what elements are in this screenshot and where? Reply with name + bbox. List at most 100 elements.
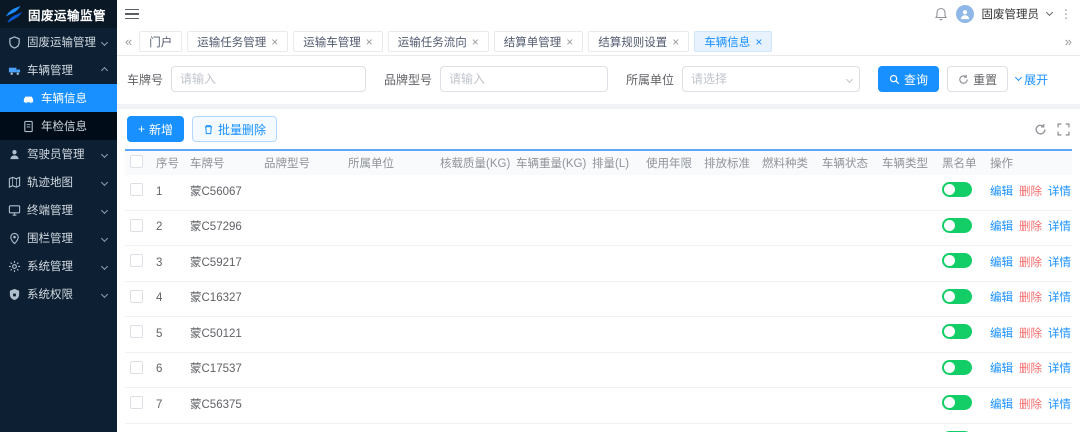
chevron-down-icon <box>100 262 109 270</box>
cell-type <box>877 256 937 270</box>
username-label[interactable]: 固废管理员 <box>982 6 1040 22</box>
edit-link[interactable]: 编辑 <box>990 327 1013 343</box>
shield-icon <box>9 35 20 49</box>
edit-link[interactable]: 编辑 <box>990 398 1013 414</box>
edit-link[interactable]: 编辑 <box>990 256 1013 272</box>
sidebar-item-annual-inspection[interactable]: 年检信息 <box>0 112 117 140</box>
tab[interactable]: 结算单管理 × <box>493 31 584 52</box>
tabs-list: 门户 × 运输任务管理 × 运输车管理 × 运输任务流向 <box>139 31 773 52</box>
brand-filter-label: 品牌型号 <box>384 72 433 87</box>
cell-weight <box>511 256 587 270</box>
blacklist-toggle[interactable] <box>942 359 972 375</box>
tabs-scroll-right-icon[interactable]: » <box>1063 34 1074 49</box>
sidebar-item-terminal-mgmt[interactable]: 终端管理 <box>0 196 117 224</box>
sidebar-item-fence-mgmt[interactable]: 围栏管理 <box>0 224 117 252</box>
tab[interactable]: 运输任务管理 × <box>187 31 289 52</box>
cell-no: 2 <box>156 221 163 234</box>
blacklist-toggle[interactable] <box>942 182 972 197</box>
cell-weight <box>511 185 587 199</box>
blacklist-toggle[interactable] <box>942 288 972 304</box>
user-avatar[interactable] <box>955 5 974 23</box>
col-header-disp: 排量(L) <box>592 158 630 170</box>
batch-delete-button[interactable]: 批量删除 <box>192 116 278 142</box>
chevron-down-icon <box>100 38 109 46</box>
sidebar-item-system-permission[interactable]: 系统权限 <box>0 280 117 308</box>
tab[interactable]: 结算规则设置 × <box>588 31 690 52</box>
cell-unit <box>343 256 435 270</box>
tabs-scroll-left-icon[interactable]: « <box>123 34 134 49</box>
cell-weight <box>511 398 587 412</box>
row-checkbox[interactable] <box>130 289 143 303</box>
tab-close-icon[interactable]: × <box>271 36 278 48</box>
detail-link[interactable]: 详情 <box>1048 220 1071 236</box>
blacklist-toggle[interactable] <box>942 217 972 233</box>
cell-status <box>817 221 877 235</box>
unit-filter-select[interactable] <box>682 66 861 92</box>
delete-link[interactable]: 删除 <box>1019 327 1042 343</box>
table-row: 5 蒙C50121 编辑 删除 详情 <box>125 317 1072 353</box>
delete-link[interactable]: 删除 <box>1019 291 1042 307</box>
edit-link[interactable]: 编辑 <box>990 362 1013 378</box>
tab-close-icon[interactable]: × <box>755 36 762 48</box>
detail-link[interactable]: 详情 <box>1048 362 1071 378</box>
delete-link[interactable]: 删除 <box>1019 185 1042 201</box>
search-button[interactable]: 查询 <box>878 66 940 92</box>
more-options-icon[interactable]: ⋮ <box>1060 7 1072 21</box>
sidebar-item-vehicle-info[interactable]: 车辆信息 <box>0 84 117 112</box>
tab-close-icon[interactable]: × <box>366 36 373 48</box>
sidebar-item-vehicle-mgmt[interactable]: 车辆管理 <box>0 56 117 84</box>
row-checkbox[interactable] <box>130 218 143 232</box>
vehicle-submenu: 车辆信息 年检信息 <box>0 84 117 140</box>
row-checkbox[interactable] <box>130 396 143 410</box>
sidebar-item-track-map[interactable]: 轨迹地图 <box>0 168 117 196</box>
sidebar-item-driver-mgmt[interactable]: 驾驶员管理 <box>0 140 117 168</box>
table-row: 7 蒙C56375 编辑 删除 详情 <box>125 388 1072 424</box>
detail-link[interactable]: 详情 <box>1048 398 1071 414</box>
tab-close-icon[interactable]: × <box>672 36 679 48</box>
brand-filter-input[interactable] <box>440 66 609 92</box>
sidebar-item-waste-transport[interactable]: 固废运输管理 <box>0 28 117 56</box>
chevron-down-icon <box>100 234 109 242</box>
row-checkbox[interactable] <box>130 183 143 196</box>
tab[interactable]: 运输任务流向 × <box>387 31 489 52</box>
cell-weight <box>511 363 587 377</box>
delete-link[interactable]: 删除 <box>1019 398 1042 414</box>
delete-link[interactable]: 删除 <box>1019 256 1042 272</box>
detail-link[interactable]: 详情 <box>1048 256 1071 272</box>
fullscreen-icon[interactable] <box>1057 122 1070 136</box>
delete-link[interactable]: 删除 <box>1019 362 1042 378</box>
blacklist-toggle[interactable] <box>942 253 972 269</box>
unit-select-input[interactable] <box>682 66 861 92</box>
delete-link[interactable]: 删除 <box>1019 220 1042 236</box>
add-button[interactable]: + 新增 <box>127 116 185 142</box>
cell-brand <box>259 292 343 306</box>
plate-filter-input[interactable] <box>171 66 367 92</box>
tab-label: 门户 <box>149 36 173 49</box>
edit-link[interactable]: 编辑 <box>990 220 1013 236</box>
tab[interactable]: 门户 × <box>139 31 183 52</box>
edit-link[interactable]: 编辑 <box>990 291 1013 307</box>
select-all-checkbox[interactable] <box>130 155 143 168</box>
edit-link[interactable]: 编辑 <box>990 185 1013 201</box>
detail-link[interactable]: 详情 <box>1048 185 1071 201</box>
reset-button[interactable]: 重置 <box>947 66 1009 92</box>
tab-close-icon[interactable]: × <box>566 36 573 48</box>
expand-filters-link[interactable]: 展开 <box>1015 71 1048 88</box>
tab[interactable]: 车辆信息 × <box>694 31 773 52</box>
refresh-table-icon[interactable] <box>1034 123 1047 136</box>
row-checkbox[interactable] <box>130 254 143 268</box>
chevron-down-icon <box>100 290 109 298</box>
blacklist-toggle[interactable] <box>942 324 972 340</box>
detail-link[interactable]: 详情 <box>1048 291 1071 307</box>
notification-bell-icon[interactable] <box>934 7 948 21</box>
user-menu-chevron-icon[interactable] <box>1045 8 1054 17</box>
tab[interactable]: 运输车管理 × <box>293 31 383 52</box>
detail-link[interactable]: 详情 <box>1048 327 1071 343</box>
sidebar-item-system-mgmt[interactable]: 系统管理 <box>0 252 117 280</box>
collapse-sidebar-icon[interactable] <box>125 6 139 23</box>
col-header-type: 车辆类型 <box>882 158 928 170</box>
blacklist-toggle[interactable] <box>942 395 972 411</box>
row-checkbox[interactable] <box>130 325 143 339</box>
tab-close-icon[interactable]: × <box>472 36 479 48</box>
row-checkbox[interactable] <box>130 360 143 374</box>
